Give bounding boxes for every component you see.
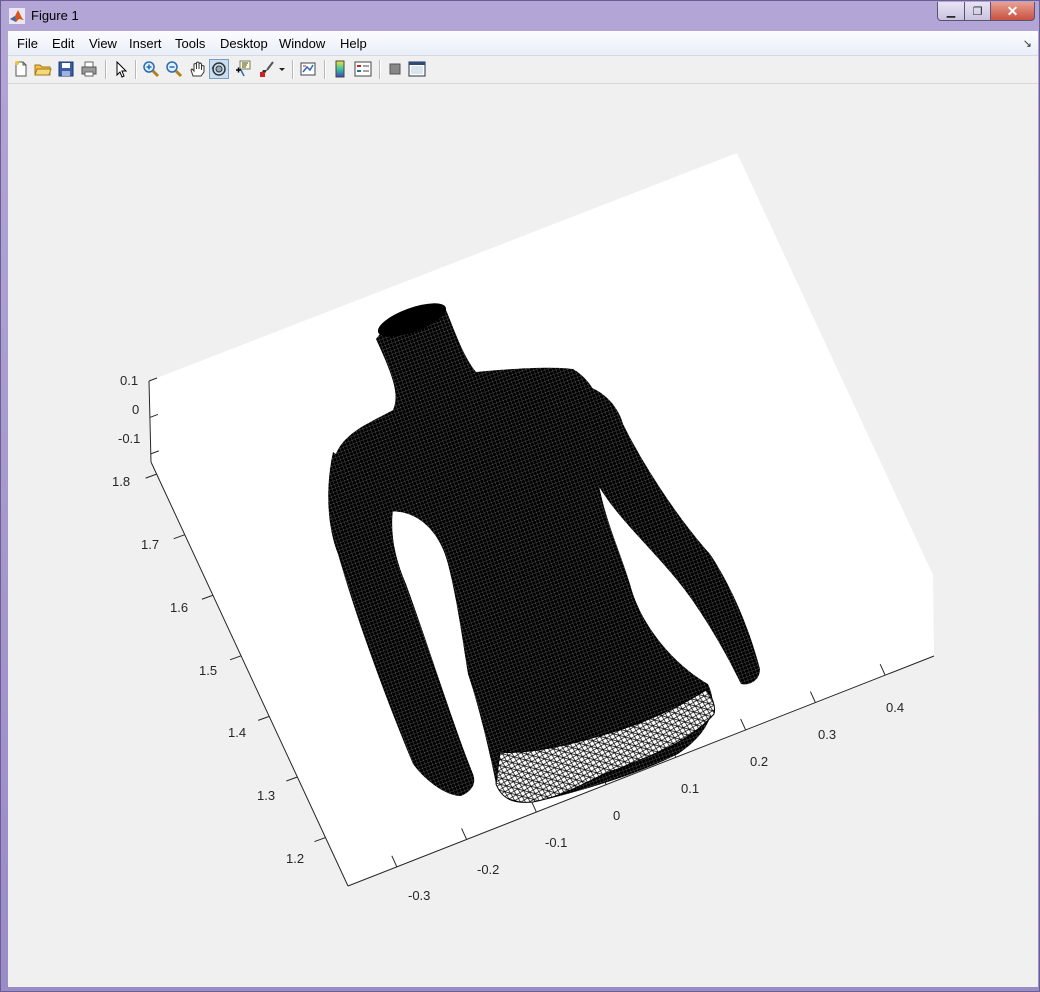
x-tick-label: 0.4: [886, 700, 904, 715]
menu-bar: File Edit View Insert Tools Desktop Wind…: [8, 31, 1038, 56]
z-tick-label: 0: [132, 402, 139, 417]
close-icon: ✕: [1006, 2, 1019, 19]
tick-mark: [314, 837, 326, 843]
y-tick-label: 1.4: [228, 725, 246, 740]
y-tick-label: 1.7: [141, 537, 159, 552]
figure-window: Figure 1 ▁ ❐ ✕ File Edit View Insert Too…: [0, 0, 1040, 992]
menu-insert[interactable]: Insert: [129, 36, 162, 51]
tick-mark: [258, 715, 270, 721]
minimize-icon: ▁: [946, 5, 956, 18]
open-file-icon[interactable]: [34, 60, 52, 78]
menu-view[interactable]: View: [89, 36, 117, 51]
close-button[interactable]: ✕: [990, 2, 1035, 21]
hide-plot-tools-icon[interactable]: [386, 60, 404, 78]
x-tick-label: 0: [613, 808, 620, 823]
toolbar-separator: [135, 60, 137, 79]
tick-mark: [145, 473, 157, 479]
zoom-in-icon[interactable]: [142, 60, 160, 78]
figure-canvas[interactable]: 0.1 0 -0.1 1.8 1.7 1.6 1.5 1.4 1.3 1.2 -…: [8, 84, 1038, 987]
show-plot-tools-icon[interactable]: [408, 60, 426, 78]
matlab-logo-icon: [9, 8, 25, 24]
x-tick-label: -0.1: [545, 835, 567, 850]
menu-edit[interactable]: Edit: [52, 36, 74, 51]
figure-toolbar: [8, 56, 1038, 84]
y-tick-label: 1.3: [257, 788, 275, 803]
link-plot-icon[interactable]: [299, 60, 317, 78]
z-tick-label: -0.1: [118, 431, 140, 446]
toolbar-separator: [105, 60, 107, 79]
menu-window[interactable]: Window: [279, 36, 325, 51]
x-tick-label: 0.3: [818, 727, 836, 742]
x-tick-label: 0.2: [750, 754, 768, 769]
dock-figure-icon[interactable]: ↘: [1023, 37, 1032, 50]
print-icon[interactable]: [80, 60, 98, 78]
menu-tools[interactable]: Tools: [175, 36, 205, 51]
menu-desktop[interactable]: Desktop: [220, 36, 268, 51]
tick-mark: [286, 776, 298, 782]
maximize-icon: ❐: [972, 5, 983, 18]
y-tick-label: 1.5: [199, 663, 217, 678]
x-tick-label: -0.2: [477, 862, 499, 877]
colorbar-icon[interactable]: [331, 60, 349, 78]
y-tick-label: 1.8: [112, 474, 130, 489]
toolbar-separator: [324, 60, 326, 79]
minimize-button[interactable]: ▁: [937, 2, 965, 21]
data-cursor-icon[interactable]: [234, 60, 252, 78]
title-bar[interactable]: Figure 1 ▁ ❐ ✕: [1, 1, 1039, 31]
menu-help[interactable]: Help: [340, 36, 367, 51]
toolbar-separator: [292, 60, 294, 79]
tick-mark: [229, 655, 242, 661]
tick-mark: [173, 534, 185, 540]
toolbar-separator: [379, 60, 381, 79]
window-title: Figure 1: [31, 8, 79, 23]
zoom-out-icon[interactable]: [165, 60, 183, 78]
new-figure-icon[interactable]: [12, 60, 30, 78]
y-tick-label: 1.6: [170, 600, 188, 615]
axes-3d[interactable]: 0.1 0 -0.1 1.8 1.7 1.6 1.5 1.4 1.3 1.2 -…: [8, 84, 1038, 987]
menu-file[interactable]: File: [17, 36, 38, 51]
z-tick-label: 0.1: [120, 373, 138, 388]
tick-mark: [201, 594, 214, 600]
maximize-button[interactable]: ❐: [964, 2, 991, 21]
y-tick-label: 1.2: [286, 851, 304, 866]
pan-icon[interactable]: [188, 60, 206, 78]
rotate-3d-icon[interactable]: [209, 59, 229, 79]
brush-icon[interactable]: [258, 60, 276, 78]
x-tick-label: -0.3: [408, 888, 430, 903]
x-tick-label: 0.1: [681, 781, 699, 796]
pointer-icon[interactable]: [112, 60, 130, 78]
legend-icon[interactable]: [354, 60, 372, 78]
brush-dropdown-icon[interactable]: [277, 60, 287, 78]
save-icon[interactable]: [57, 60, 75, 78]
